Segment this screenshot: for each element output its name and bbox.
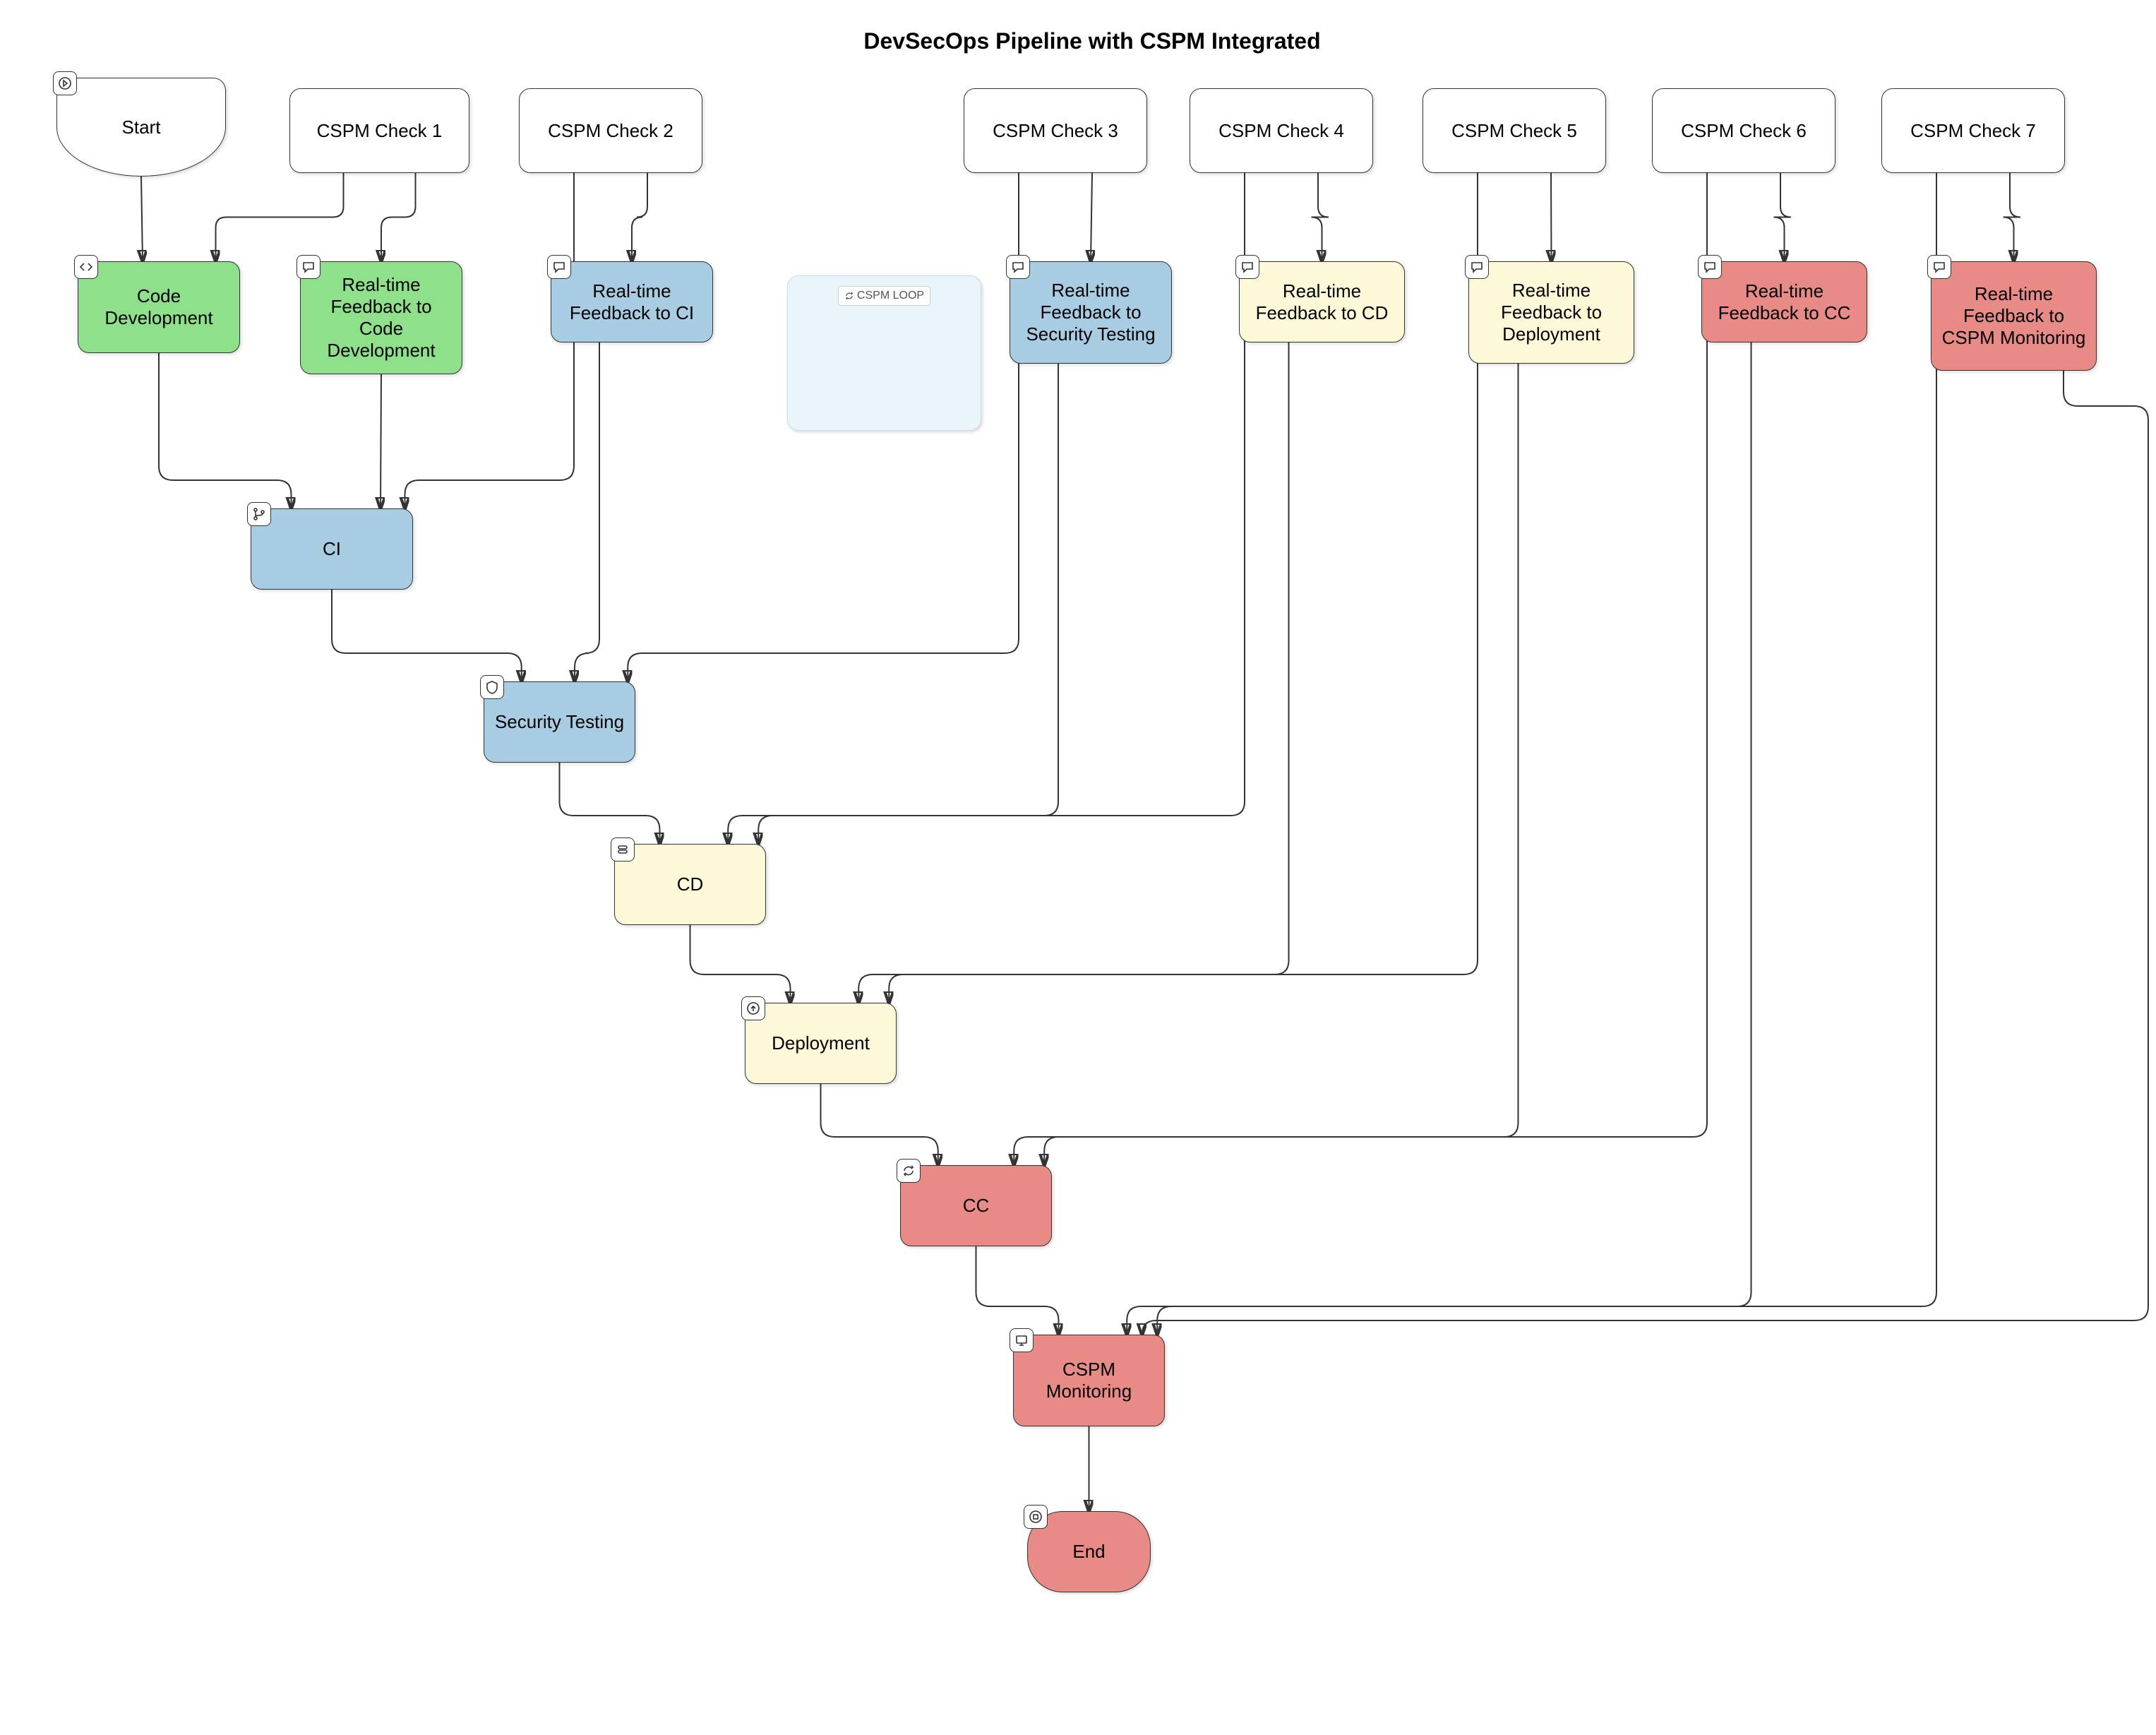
refresh-icon — [897, 1159, 921, 1183]
edge-ci-sectest — [332, 590, 522, 681]
node-fb_cd: Real-time Feedback to CD — [1239, 261, 1405, 342]
node-deploy: Deployment — [745, 1003, 897, 1084]
edge-start-code_dev — [141, 177, 143, 261]
node-start: Start — [56, 78, 226, 177]
edge-fb_sec-cd — [758, 364, 1058, 844]
node-sectest: Security Testing — [484, 681, 635, 763]
chat-icon — [297, 255, 321, 279]
monitor-icon — [1010, 1328, 1034, 1352]
edge-cd-deploy — [690, 925, 791, 1003]
stop-icon — [1024, 1505, 1048, 1529]
upload-icon — [741, 996, 765, 1020]
loop-label: CSPM LOOP — [838, 286, 930, 306]
edge-cspm2-fb_ci — [632, 173, 647, 261]
edge-cspm1-code_dev — [216, 173, 344, 261]
edge-cspm5-fb_dep — [1551, 173, 1552, 261]
edge-cc-monitor — [976, 1246, 1059, 1335]
node-cspm7: CSPM Check 7 — [1881, 88, 2065, 173]
edge-sectest-cd — [560, 763, 660, 844]
chat-icon — [1235, 255, 1259, 279]
chat-icon — [547, 255, 571, 279]
node-cc: CC — [900, 1165, 1052, 1246]
chat-icon — [1006, 255, 1030, 279]
edge-fb_ci-sectest — [575, 342, 599, 681]
node-fb_cc: Real-time Feedback to CC — [1701, 261, 1867, 342]
shield-icon — [480, 675, 504, 699]
node-fb_dep: Real-time Feedback to Deployment — [1468, 261, 1634, 364]
edge-code_dev-ci — [159, 353, 292, 508]
chat-icon — [1465, 255, 1489, 279]
node-cspm_loop: CSPM LOOP — [787, 275, 981, 431]
chat-icon — [1927, 255, 1951, 279]
node-code_dev: Code Development — [78, 261, 240, 353]
edge-deploy-cc — [821, 1084, 938, 1165]
node-cspm1: CSPM Check 1 — [289, 88, 469, 173]
node-cspm6: CSPM Check 6 — [1652, 88, 1835, 173]
node-fb_mon: Real-time Feedback to CSPM Monitoring — [1931, 261, 2097, 371]
node-cspm2: CSPM Check 2 — [519, 88, 702, 173]
node-fb_ci: Real-time Feedback to CI — [551, 261, 713, 342]
edge-fb_cc-monitor — [1157, 342, 1751, 1335]
code-icon — [74, 255, 98, 279]
edge-fb_cd-deploy — [889, 342, 1288, 1003]
diagram-title: DevSecOps Pipeline with CSPM Integrated — [863, 28, 1320, 54]
edge-cspm6-fb_cc — [1774, 173, 1792, 261]
node-cd: CD — [614, 844, 766, 925]
node-end: End — [1027, 1511, 1151, 1592]
stack-icon — [611, 837, 635, 861]
node-monitor: CSPM Monitoring — [1013, 1335, 1165, 1426]
edge-cspm3-fb_sec — [1091, 173, 1092, 261]
node-cspm3: CSPM Check 3 — [964, 88, 1147, 173]
edge-cspm7-fb_mon — [2004, 173, 2021, 261]
node-cspm5: CSPM Check 5 — [1423, 88, 1606, 173]
edge-fb_mon-monitor — [1142, 371, 2148, 1335]
play-icon — [53, 71, 77, 95]
edge-fb_dep-cc — [1044, 364, 1518, 1165]
node-fb_sec: Real-time Feedback to Security Testing — [1010, 261, 1172, 364]
node-fb_code: Real-time Feedback to Code Development — [300, 261, 462, 374]
chat-icon — [1698, 255, 1722, 279]
edge-cspm4-fb_cd — [1312, 173, 1329, 261]
node-ci: CI — [251, 508, 413, 590]
edge-cspm1-fb_code — [381, 173, 416, 261]
node-cspm4: CSPM Check 4 — [1190, 88, 1373, 173]
branch-icon — [247, 502, 271, 526]
